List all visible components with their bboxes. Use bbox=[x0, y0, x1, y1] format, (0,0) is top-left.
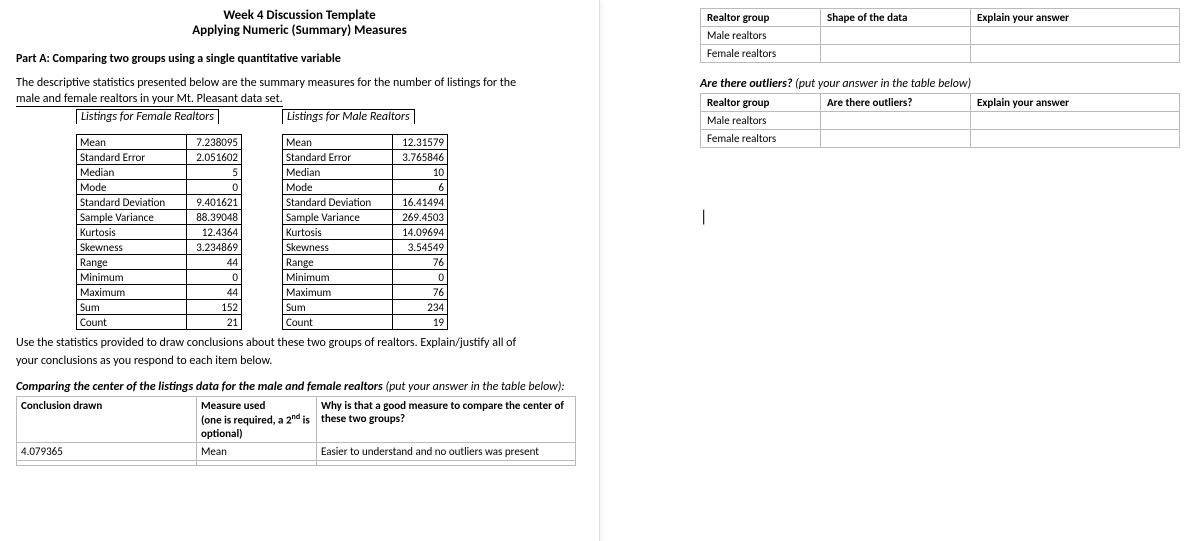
follow-text-1: Use the statistics provided to draw conc… bbox=[16, 336, 583, 350]
doc-title: Week 4 Discussion Template bbox=[16, 8, 583, 23]
intro-line-1: The descriptive statistics presented bel… bbox=[16, 76, 583, 90]
table-row: Maximum76 bbox=[283, 285, 448, 300]
table-row: Minimum0 bbox=[283, 270, 448, 285]
table-row: Count21 bbox=[77, 315, 242, 330]
shape-h1: Realtor group bbox=[701, 9, 821, 27]
table-row: Realtor group Are there outliers? Explai… bbox=[701, 94, 1180, 112]
stats-container: Listings for Female Realtors Mean7.23809… bbox=[76, 109, 583, 330]
shape-group-female: Female realtors bbox=[701, 45, 821, 63]
table-row: Minimum0 bbox=[77, 270, 242, 285]
outlier-question: Are there outliers? (put your answer in … bbox=[700, 77, 1184, 91]
intro-line-2: male and female realtors in your Mt. Ple… bbox=[16, 92, 583, 107]
table-row: Range76 bbox=[283, 255, 448, 270]
table-row: Sample Variance88.39048 bbox=[77, 210, 242, 225]
part-a-heading: Part A: Comparing two groups using a sin… bbox=[16, 52, 583, 66]
outlier-answer-cell[interactable] bbox=[821, 130, 971, 148]
male-stats-table: Mean12.31579 Standard Error3.765846 Medi… bbox=[282, 134, 448, 330]
outlier-group-male: Male realtors bbox=[701, 112, 821, 130]
female-stats-block: Listings for Female Realtors Mean7.23809… bbox=[76, 109, 242, 330]
outlier-group-female: Female realtors bbox=[701, 130, 821, 148]
why-cell[interactable]: Easier to understand and no outliers was… bbox=[317, 442, 576, 460]
table-row: Standard Deviation9.401621 bbox=[77, 195, 242, 210]
outlier-table: Realtor group Are there outliers? Explai… bbox=[700, 93, 1180, 148]
table-row: Female realtors bbox=[701, 45, 1180, 63]
table-row: Male realtors bbox=[701, 27, 1180, 45]
table-row: Mode6 bbox=[283, 180, 448, 195]
table-row: Skewness3.234869 bbox=[77, 240, 242, 255]
outlier-explain-cell[interactable] bbox=[971, 130, 1180, 148]
table-row: Median10 bbox=[283, 165, 448, 180]
outlier-h1: Realtor group bbox=[701, 94, 821, 112]
table-row: Standard Deviation16.41494 bbox=[283, 195, 448, 210]
compare-h3: Why is that a good measure to compare th… bbox=[317, 397, 576, 443]
follow-text-2: your conclusions as you respond to each … bbox=[16, 354, 583, 368]
doc-subtitle: Applying Numeric (Summary) Measures bbox=[16, 23, 583, 38]
table-row: Mode0 bbox=[77, 180, 242, 195]
conclusion-cell[interactable]: 4.079365 bbox=[17, 442, 197, 460]
shape-group-male: Male realtors bbox=[701, 27, 821, 45]
compare-h2: Measure used (one is required, a 2nd is … bbox=[197, 397, 317, 443]
shape-explain-cell[interactable] bbox=[971, 45, 1180, 63]
table-row: Realtor group Shape of the data Explain … bbox=[701, 9, 1180, 27]
text-cursor[interactable]: | bbox=[700, 208, 1184, 227]
table-row: Standard Error3.765846 bbox=[283, 150, 448, 165]
table-row: Mean12.31579 bbox=[283, 135, 448, 150]
why-cell[interactable] bbox=[317, 460, 576, 465]
table-row: Sample Variance269.4503 bbox=[283, 210, 448, 225]
table-row: Female realtors bbox=[701, 130, 1180, 148]
female-stats-header: Listings for Female Realtors bbox=[76, 109, 219, 124]
compare-center-table: Conclusion drawn Measure used (one is re… bbox=[16, 396, 576, 466]
measure-cell[interactable] bbox=[197, 460, 317, 465]
shape-table: Realtor group Shape of the data Explain … bbox=[700, 8, 1180, 63]
table-row: Standard Error2.051602 bbox=[77, 150, 242, 165]
table-row: Male realtors bbox=[701, 112, 1180, 130]
outlier-answer-cell[interactable] bbox=[821, 112, 971, 130]
outlier-h3: Explain your answer bbox=[971, 94, 1180, 112]
table-row: Sum234 bbox=[283, 300, 448, 315]
shape-h2: Shape of the data bbox=[821, 9, 971, 27]
table-row: Skewness3.54549 bbox=[283, 240, 448, 255]
table-row: Kurtosis12.4364 bbox=[77, 225, 242, 240]
conclusion-cell[interactable] bbox=[17, 460, 197, 465]
table-row: Median5 bbox=[77, 165, 242, 180]
shape-explain-cell[interactable] bbox=[971, 27, 1180, 45]
table-row: Conclusion drawn Measure used (one is re… bbox=[17, 397, 576, 443]
shape-answer-cell[interactable] bbox=[821, 27, 971, 45]
compare-h1: Conclusion drawn bbox=[17, 397, 197, 443]
shape-answer-cell[interactable] bbox=[821, 45, 971, 63]
table-row bbox=[17, 460, 576, 465]
table-row: Range44 bbox=[77, 255, 242, 270]
table-row: Maximum44 bbox=[77, 285, 242, 300]
male-stats-block: Listings for Male Realtors Mean12.31579 … bbox=[282, 109, 448, 330]
measure-cell[interactable]: Mean bbox=[197, 442, 317, 460]
table-row: Count19 bbox=[283, 315, 448, 330]
outlier-h2: Are there outliers? bbox=[821, 94, 971, 112]
female-stats-table: Mean7.238095 Standard Error2.051602 Medi… bbox=[76, 134, 242, 330]
table-row: 4.079365 Mean Easier to understand and n… bbox=[17, 442, 576, 460]
table-row: Mean7.238095 bbox=[77, 135, 242, 150]
page-left: Week 4 Discussion Template Applying Nume… bbox=[0, 0, 600, 541]
table-row: Sum152 bbox=[77, 300, 242, 315]
table-row: Kurtosis14.09694 bbox=[283, 225, 448, 240]
compare-heading: Comparing the center of the listings dat… bbox=[16, 380, 583, 394]
page-right: Realtor group Shape of the data Explain … bbox=[600, 0, 1200, 541]
outlier-explain-cell[interactable] bbox=[971, 112, 1180, 130]
male-stats-header: Listings for Male Realtors bbox=[282, 109, 415, 124]
shape-h3: Explain your answer bbox=[971, 9, 1180, 27]
